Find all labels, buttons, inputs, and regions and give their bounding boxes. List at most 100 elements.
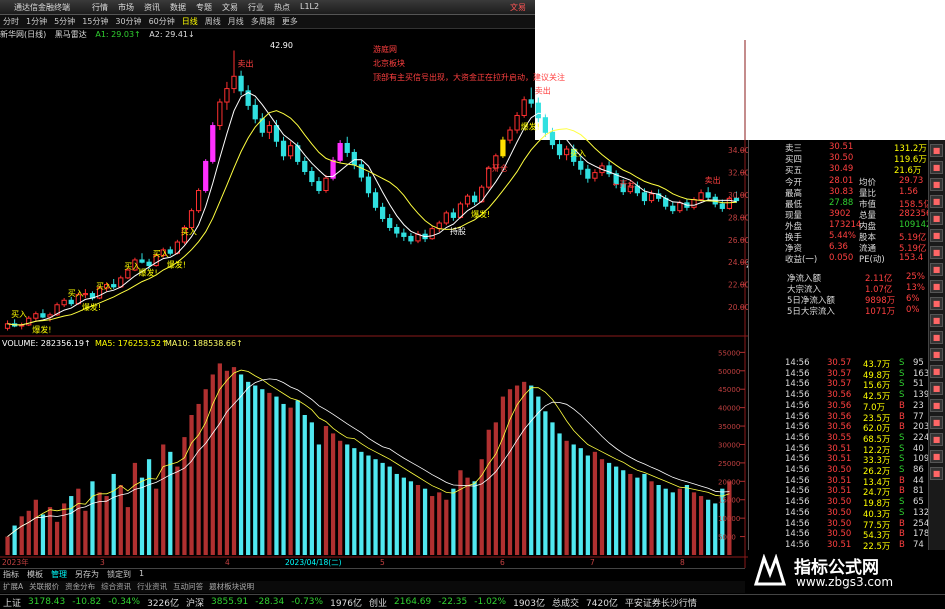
info-tab[interactable]: 资金分布	[65, 581, 95, 593]
trade-time: 14:56	[785, 379, 810, 390]
info-tab[interactable]: 互动问答	[173, 581, 203, 593]
ma5-label: MA5: 176253.52↑	[95, 339, 168, 348]
trade-row: 14:56 30.51 24.7万 B 81	[749, 486, 929, 498]
indicator-name[interactable]: 黑马雷达	[55, 30, 87, 39]
volume-bar	[713, 503, 718, 555]
candle-body	[139, 259, 145, 263]
toolbar-icon[interactable]: ■	[930, 382, 943, 395]
trade-time: 14:56	[785, 539, 810, 550]
menu-item[interactable]: 市场	[118, 2, 134, 13]
menu-item[interactable]: 文易	[222, 2, 238, 13]
top-right-menu[interactable]: 文易	[510, 2, 526, 13]
info-tab[interactable]: 关联报价	[29, 581, 59, 593]
period-tab-active[interactable]: 日线	[182, 16, 198, 27]
trade-row: 14:56 30.56 62.0万 B 203	[749, 422, 929, 434]
bottom-tab[interactable]: 1	[139, 569, 144, 581]
menu-item[interactable]: 行业	[248, 2, 264, 13]
index-name[interactable]: 上证	[3, 596, 21, 609]
toolbar-icon[interactable]: ■	[930, 297, 943, 310]
trade-count: 109	[913, 454, 930, 465]
bottom-tab[interactable]: 模板	[27, 569, 43, 581]
info-tab[interactable]: 行业资讯	[137, 581, 167, 593]
toolbar-icon[interactable]: ■	[930, 195, 943, 208]
volume-bar	[684, 485, 690, 555]
toolbar-icon[interactable]: ■	[930, 450, 943, 463]
candle-body	[358, 164, 365, 178]
menu-item[interactable]: L1L2	[300, 2, 319, 13]
volume-bar	[253, 385, 258, 555]
volume-bar	[621, 470, 626, 555]
toolbar-icon[interactable]: ■	[930, 263, 943, 276]
bottom-tab[interactable]: 锁定到	[107, 569, 131, 581]
toolbar-icon[interactable]: ■	[930, 229, 943, 242]
candle-group	[4, 50, 740, 331]
buy-label: 买入	[11, 310, 27, 319]
period-bar: 分时 1分钟 5分钟 15分钟 30分钟 60分钟 日线 周线 月线 多周期 更…	[0, 15, 535, 29]
candle-body	[68, 299, 74, 305]
period-tab[interactable]: 多周期	[251, 16, 275, 27]
info-tab[interactable]: 题材板块说明	[209, 581, 254, 593]
toolbar-icon[interactable]: ■	[930, 161, 943, 174]
volume-bar	[175, 466, 180, 555]
period-tab[interactable]: 月线	[228, 16, 244, 27]
toolbar-icon[interactable]: ■	[930, 280, 943, 293]
candle-body	[401, 232, 407, 237]
toolbar-icon[interactable]: ■	[930, 416, 943, 429]
menu-item[interactable]: 数据	[170, 2, 186, 13]
period-tab[interactable]: 更多	[282, 16, 298, 27]
volume-tick-label: 30000	[718, 441, 740, 449]
toolbar-icon[interactable]: ■	[930, 314, 943, 327]
info-tab[interactable]: 扩展A	[3, 581, 23, 593]
trade-count: 254	[913, 518, 930, 529]
volume-tick-label: 25000	[718, 460, 740, 468]
toolbar-icon[interactable]: ■	[930, 365, 943, 378]
candle-body	[210, 125, 216, 162]
candle-body	[394, 226, 400, 234]
candle-body	[641, 192, 648, 202]
period-tab[interactable]: 15分钟	[82, 16, 108, 27]
toolbar-icon[interactable]: ■	[930, 144, 943, 157]
volume-bar	[47, 507, 53, 555]
toolbar-icon[interactable]: ■	[930, 348, 943, 361]
toolbar-icon[interactable]: ■	[930, 178, 943, 191]
period-tab[interactable]: 5分钟	[54, 16, 75, 27]
toolbar-icon[interactable]: ■	[930, 399, 943, 412]
menu-item[interactable]: 行情	[92, 2, 108, 13]
period-tab[interactable]: 分时	[3, 16, 19, 27]
trade-time: 14:56	[785, 400, 810, 411]
index-name[interactable]: 沪深	[186, 596, 204, 609]
quote-panel: 卖三 30.51 131.2万 买四 30.50 119.6万 买五 30.49 21.6万 今开…	[748, 140, 932, 552]
order-book-row: 卖三 30.51 131.2万	[749, 142, 929, 154]
date-axis: 2023年 3 4 2023/04/18(二) 5 6 7 8	[2, 557, 685, 567]
candle-body	[40, 313, 46, 318]
bottom-tab[interactable]: 指标	[3, 569, 19, 581]
candle-body	[33, 313, 39, 319]
bottom-tab[interactable]: 另存为	[75, 569, 99, 581]
volume-bar	[670, 492, 675, 555]
period-tab[interactable]: 60分钟	[149, 16, 175, 27]
trade-count: 95	[913, 358, 924, 368]
menu-item[interactable]: 资讯	[144, 2, 160, 13]
index-pct: -0.34%	[108, 597, 141, 607]
menu-item[interactable]: 专题	[196, 2, 212, 13]
stat-value: 153.4	[899, 253, 924, 263]
toolbar-icon[interactable]: ■	[930, 212, 943, 225]
toolbar-icon[interactable]: ■	[930, 246, 943, 259]
period-tab[interactable]: 1分钟	[26, 16, 47, 27]
index-name[interactable]: 创业	[369, 596, 387, 609]
trade-count: 132	[913, 507, 930, 518]
info-tab[interactable]: 综合资讯	[101, 581, 131, 593]
volume-bar	[345, 444, 350, 555]
volume-bar	[104, 496, 109, 555]
toolbar-icon[interactable]: ■	[930, 467, 943, 480]
kline-chart[interactable]: 34.0032.0030.0028.0026.0024.0022.0020.00…	[0, 40, 750, 568]
menu-item[interactable]: 热点	[274, 2, 290, 13]
toolbar-icon[interactable]: ■	[930, 331, 943, 344]
price-tick-label: 26.00	[728, 236, 750, 245]
toolbar-icon[interactable]: ■	[930, 433, 943, 446]
trade-time: 14:56	[785, 368, 810, 379]
period-tab[interactable]: 30分钟	[115, 16, 141, 27]
period-tab[interactable]: 周线	[205, 16, 221, 27]
bottom-tab[interactable]: 管理	[51, 569, 67, 581]
buy-label: 买入	[153, 250, 169, 259]
